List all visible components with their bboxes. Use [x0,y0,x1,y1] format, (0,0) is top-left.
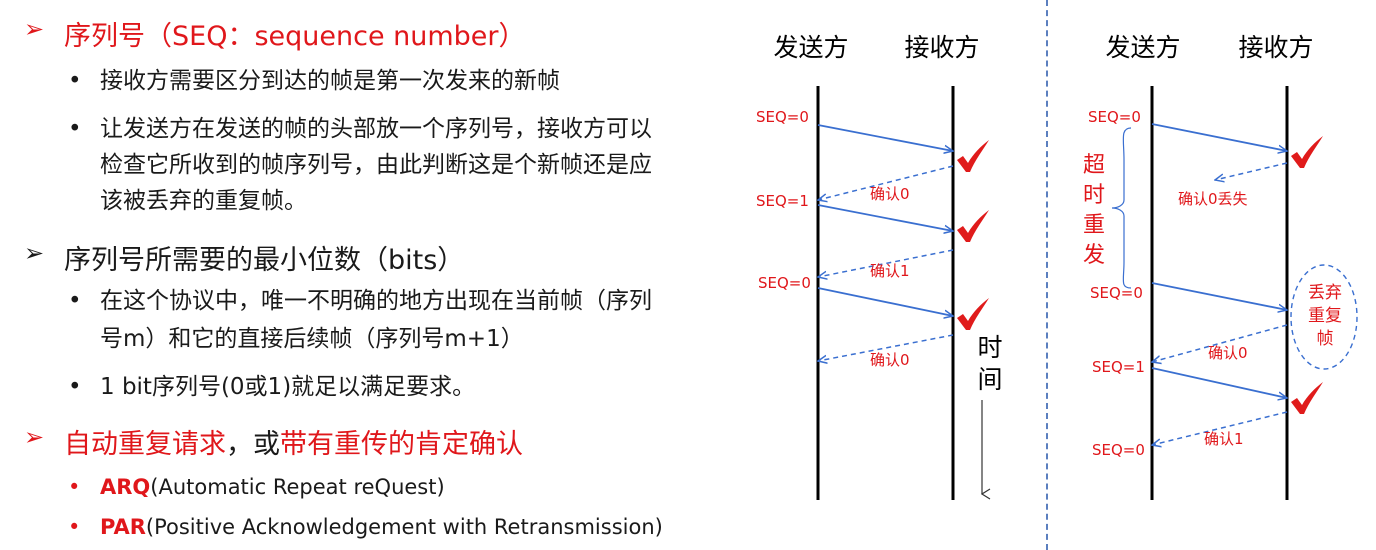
seq-label: SEQ=0 [1092,441,1145,459]
frame-arrow [817,124,953,151]
timeout-label: 重 [1083,213,1105,238]
ack-label: 确认1 [1204,430,1244,448]
ack-label: 确认1 [870,262,910,280]
timeout-label: 超 [1083,153,1105,178]
ack-lost-label: 确认0丢失 [1178,190,1248,208]
frame-arrow [1151,282,1287,310]
frame-arrow [1151,123,1287,151]
sender-label: 发送方 [773,33,848,62]
ack-label: 确认0 [870,351,910,369]
seq-label: SEQ=0 [1088,108,1141,126]
check-mark-icon [957,140,989,172]
ack-arrow-lost [1215,162,1288,180]
timeout-label: 时 [1083,183,1105,208]
check-mark-icon [957,210,989,242]
time-label: 间 [977,365,1002,394]
seq-label: SEQ=0 [1090,284,1143,302]
frame-arrow [817,287,953,316]
receiver-label: 接收方 [1238,33,1313,62]
time-label: 时 [977,333,1002,362]
diagram-normal: 发送方 接收方 SEQ=0 确认0 SEQ=1 确认1 SEQ=0 确认0 时 … [756,33,1003,500]
discard-label: 丢弃 [1308,283,1342,303]
seq-label: SEQ=1 [1092,358,1145,376]
check-mark-icon [1291,382,1323,414]
timeout-brace [1111,127,1132,289]
check-mark-icon [1291,136,1323,168]
diagram-timeout: 发送方 接收方 SEQ=0 确认0丢失 超 时 重 发 SEQ=0 丢弃 重复 … [1083,33,1358,500]
receiver-label: 接收方 [904,33,979,62]
seq-label: SEQ=0 [756,108,809,126]
discard-label: 帧 [1317,329,1334,349]
ack-label: 确认0 [1208,344,1248,362]
sender-label: 发送方 [1105,33,1180,62]
timeout-label: 发 [1083,243,1105,268]
seq-label: SEQ=1 [756,192,809,210]
frame-arrow [817,204,953,231]
check-mark-icon [957,298,989,330]
frame-arrow [1151,367,1287,398]
ack-label: 确认0 [870,185,910,203]
timing-diagrams: 发送方 接收方 SEQ=0 确认0 SEQ=1 确认1 SEQ=0 确认0 时 … [756,33,1358,500]
discard-label: 重复 [1308,306,1342,326]
seq-label: SEQ=0 [758,274,811,292]
